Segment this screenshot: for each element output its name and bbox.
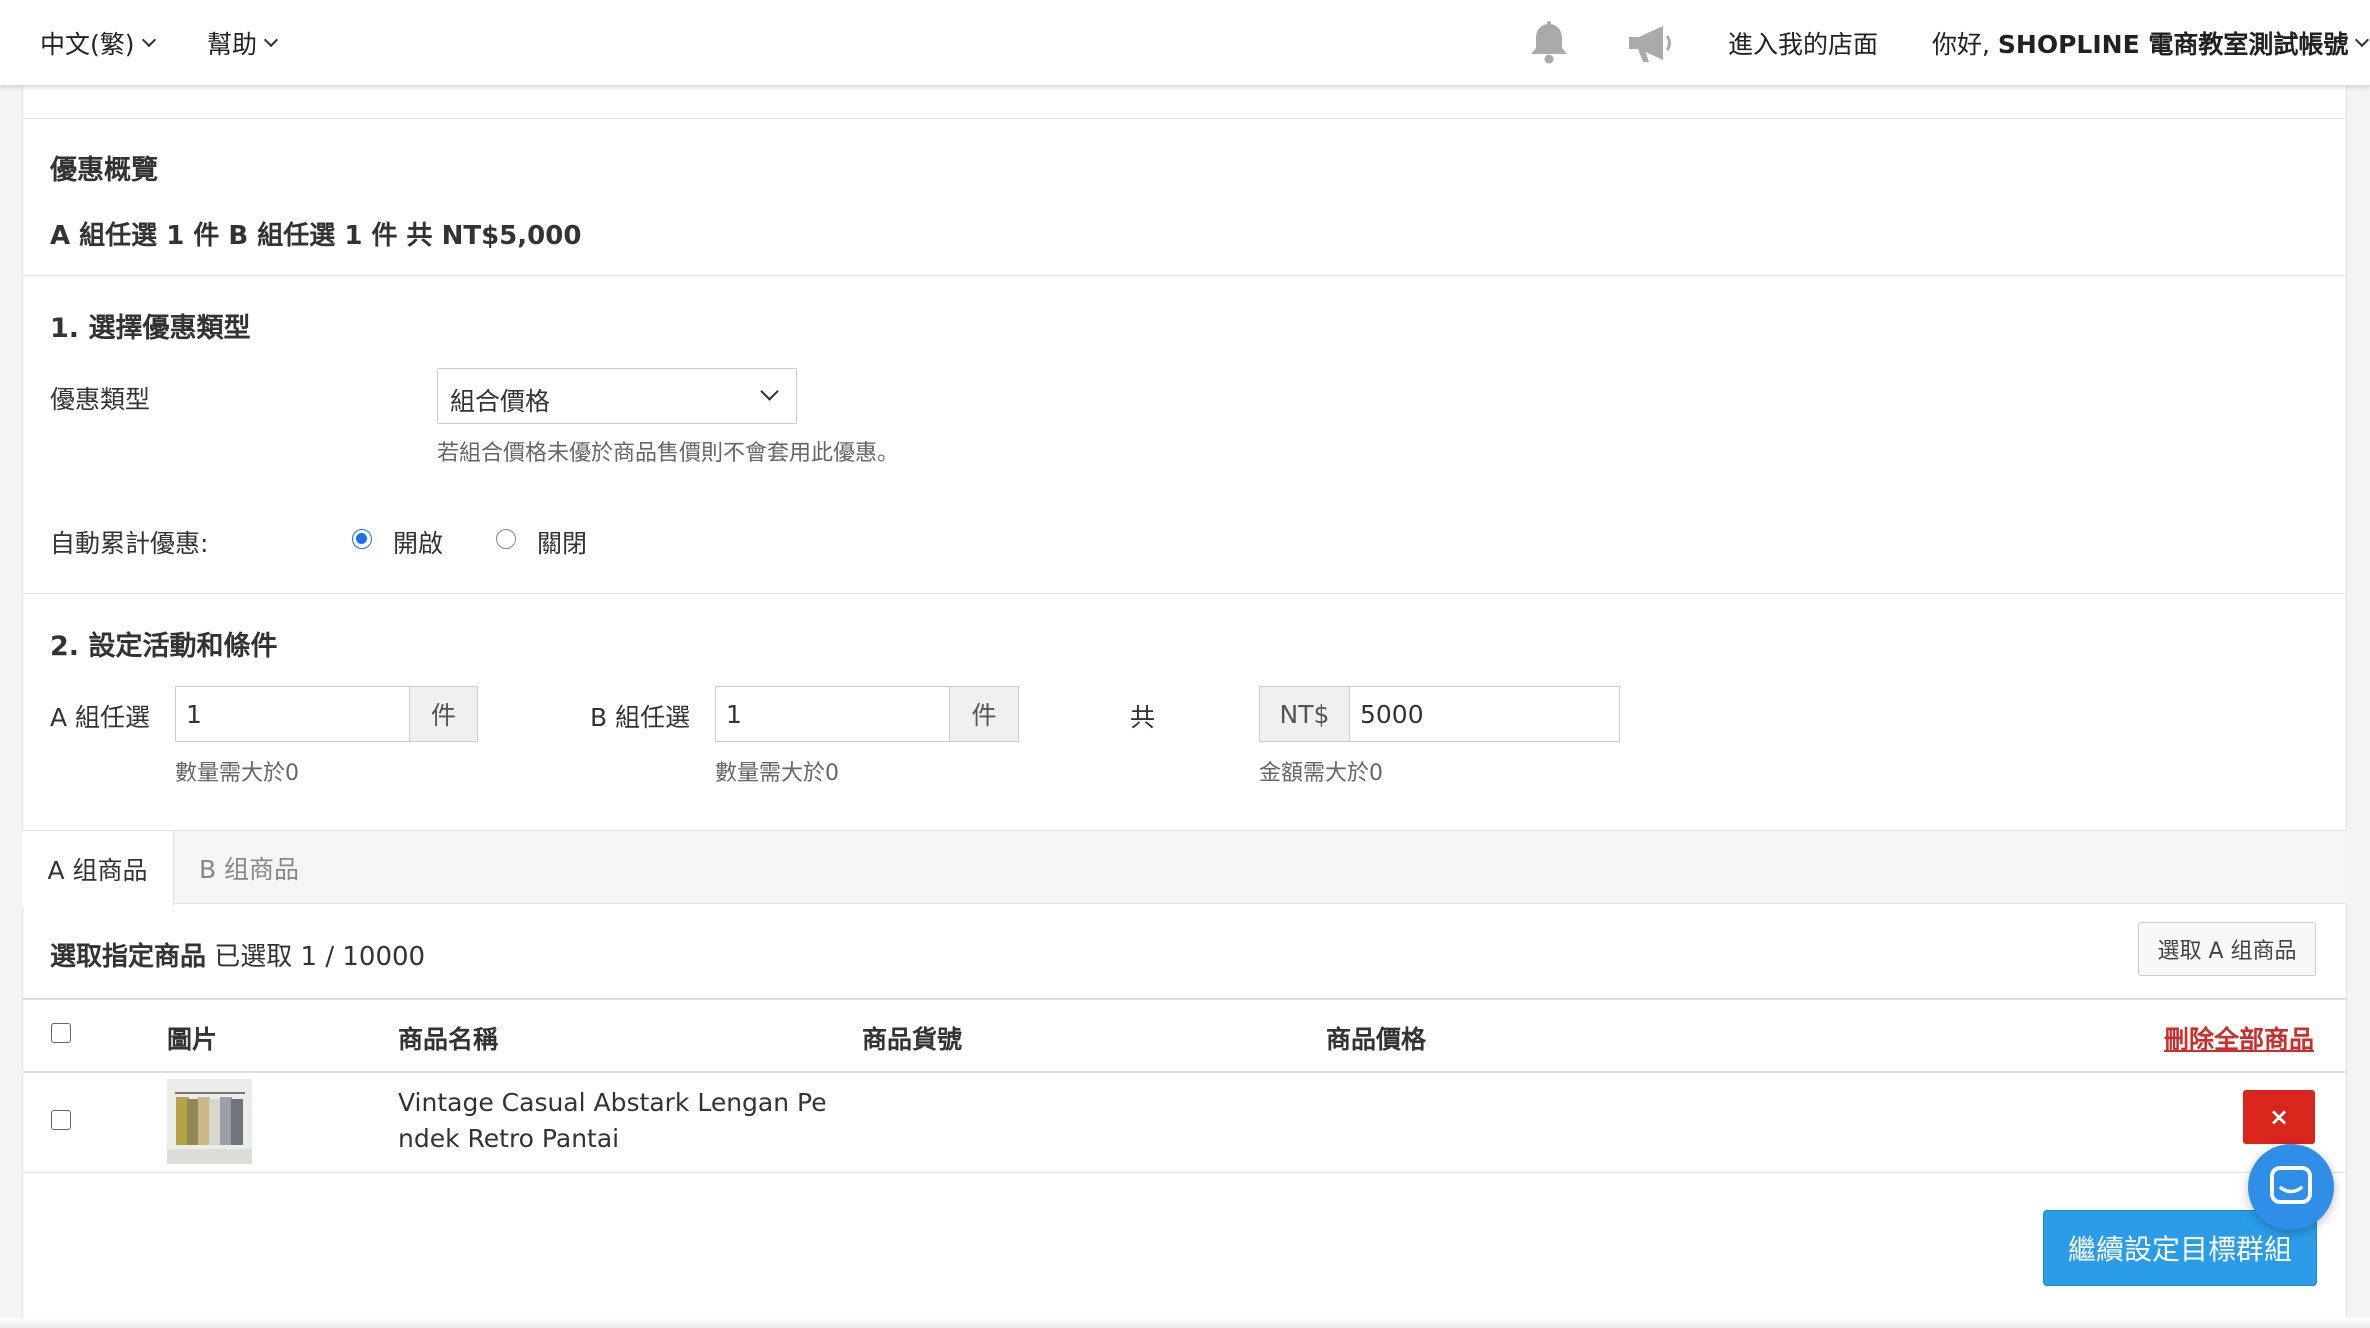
visit-store-label: 進入我的店面 bbox=[1728, 30, 1879, 59]
chevron-down-icon bbox=[760, 382, 779, 401]
step1-title: 1. 選擇優惠類型 bbox=[50, 313, 251, 344]
auto-stack-on-label[interactable]: 開啟 bbox=[393, 524, 443, 560]
promotion-type-label: 優惠類型 bbox=[50, 385, 151, 414]
group-a-help: 數量需大於0 bbox=[175, 761, 299, 786]
bundle-amount-value: 5000 bbox=[1360, 700, 1424, 729]
language-dropdown[interactable]: 中文(繁) bbox=[40, 0, 156, 86]
tab-group-b[interactable]: B 组商品 bbox=[174, 831, 324, 905]
product-name-line1: Vintage Casual Abstark Lengan Pe bbox=[398, 1088, 827, 1117]
group-a-quantity-input[interactable]: 1 bbox=[175, 686, 410, 742]
delete-all-products-link[interactable]: 刪除全部商品 bbox=[2164, 1020, 2314, 1056]
selected-count: 已選取 1 / 10000 bbox=[214, 942, 426, 972]
help-dropdown[interactable]: 幫助 bbox=[207, 0, 279, 86]
group-a-label: A 組任選 bbox=[50, 703, 151, 732]
auto-stack-off-radio[interactable] bbox=[496, 529, 516, 549]
top-navbar: 中文(繁) 幫助 進入我的店面 你好, SHOPLINE 電商教室測試帳號 bbox=[0, 0, 2370, 86]
divider bbox=[22, 118, 2347, 119]
currency-addon: NT$ bbox=[1259, 686, 1350, 742]
divider bbox=[22, 1172, 2347, 1173]
account-dropdown[interactable]: 你好, SHOPLINE 電商教室測試帳號 bbox=[1932, 0, 2370, 86]
products-title: 選取指定商品 bbox=[50, 942, 207, 972]
total-label: 共 bbox=[1130, 703, 1156, 732]
language-label: 中文(繁) bbox=[40, 30, 135, 59]
promotion-type-value: 組合價格 bbox=[450, 387, 551, 416]
greeting-prefix: 你好, bbox=[1932, 30, 1990, 59]
column-header-price: 商品價格 bbox=[1326, 1025, 1427, 1054]
divider bbox=[22, 275, 2347, 276]
group-a-unit-addon: 件 bbox=[409, 686, 478, 742]
promotion-type-help: 若組合價格未優於商品售價則不會套用此優惠。 bbox=[437, 441, 900, 466]
promotion-type-select[interactable]: 組合價格 bbox=[437, 368, 797, 424]
chat-icon bbox=[2270, 1166, 2312, 1204]
auto-stack-label: 自動累計優惠: bbox=[50, 529, 209, 558]
divider bbox=[22, 593, 2347, 594]
group-b-quantity-input[interactable]: 1 bbox=[715, 686, 950, 742]
group-b-help: 數量需大於0 bbox=[715, 761, 839, 786]
column-header-sku: 商品貨號 bbox=[862, 1025, 963, 1054]
select-all-checkbox[interactable] bbox=[51, 1023, 71, 1043]
row-checkbox[interactable] bbox=[51, 1110, 71, 1130]
group-b-label: B 組任選 bbox=[590, 703, 691, 732]
chevron-down-icon bbox=[2355, 32, 2370, 48]
column-header-image: 圖片 bbox=[167, 1025, 218, 1054]
group-a-quantity-value: 1 bbox=[186, 700, 202, 729]
product-name: Vintage Casual Abstark Lengan Pe ndek Re… bbox=[398, 1085, 827, 1157]
overview-summary: A 組任選 1 件 B 組任選 1 件 共 NT$5,000 bbox=[50, 221, 582, 251]
selected-products-header: 選取指定商品 已選取 1 / 10000 bbox=[50, 936, 425, 973]
bell-icon[interactable] bbox=[1526, 20, 1572, 66]
column-header-name: 商品名稱 bbox=[398, 1025, 499, 1054]
help-label: 幫助 bbox=[207, 30, 258, 59]
auto-stack-on-radio[interactable] bbox=[352, 529, 372, 549]
product-thumbnail bbox=[167, 1079, 252, 1164]
step2-title: 2. 設定活動和條件 bbox=[50, 631, 278, 662]
chevron-down-icon bbox=[263, 32, 279, 48]
chat-launcher-button[interactable] bbox=[2248, 1144, 2334, 1230]
auto-stack-off-label[interactable]: 關閉 bbox=[537, 524, 587, 560]
divider bbox=[22, 1071, 2347, 1073]
product-name-line2: ndek Retro Pantai bbox=[398, 1124, 620, 1153]
product-image bbox=[167, 1079, 252, 1164]
page-bottom-edge bbox=[0, 1318, 2370, 1328]
select-group-a-products-button[interactable]: 選取 A 组商品 bbox=[2138, 922, 2316, 976]
overview-title: 優惠概覽 bbox=[50, 155, 158, 186]
group-b-unit-addon: 件 bbox=[949, 686, 1019, 742]
bundle-amount-input[interactable]: 5000 bbox=[1349, 686, 1620, 742]
visit-store-link[interactable]: 進入我的店面 bbox=[1728, 0, 1878, 86]
amount-help: 金額需大於0 bbox=[1259, 761, 1383, 786]
chevron-down-icon bbox=[141, 32, 156, 48]
tab-group-a[interactable]: A 组商品 bbox=[22, 831, 174, 906]
product-group-tabs: A 组商品 B 组商品 bbox=[22, 830, 2347, 906]
group-b-quantity-value: 1 bbox=[726, 700, 742, 729]
megaphone-icon[interactable] bbox=[1625, 22, 1675, 64]
divider bbox=[22, 998, 2347, 1000]
close-icon: × bbox=[2268, 1103, 2290, 1131]
remove-product-button[interactable]: × bbox=[2243, 1090, 2315, 1144]
account-name: SHOPLINE 電商教室測試帳號 bbox=[1997, 30, 2349, 59]
